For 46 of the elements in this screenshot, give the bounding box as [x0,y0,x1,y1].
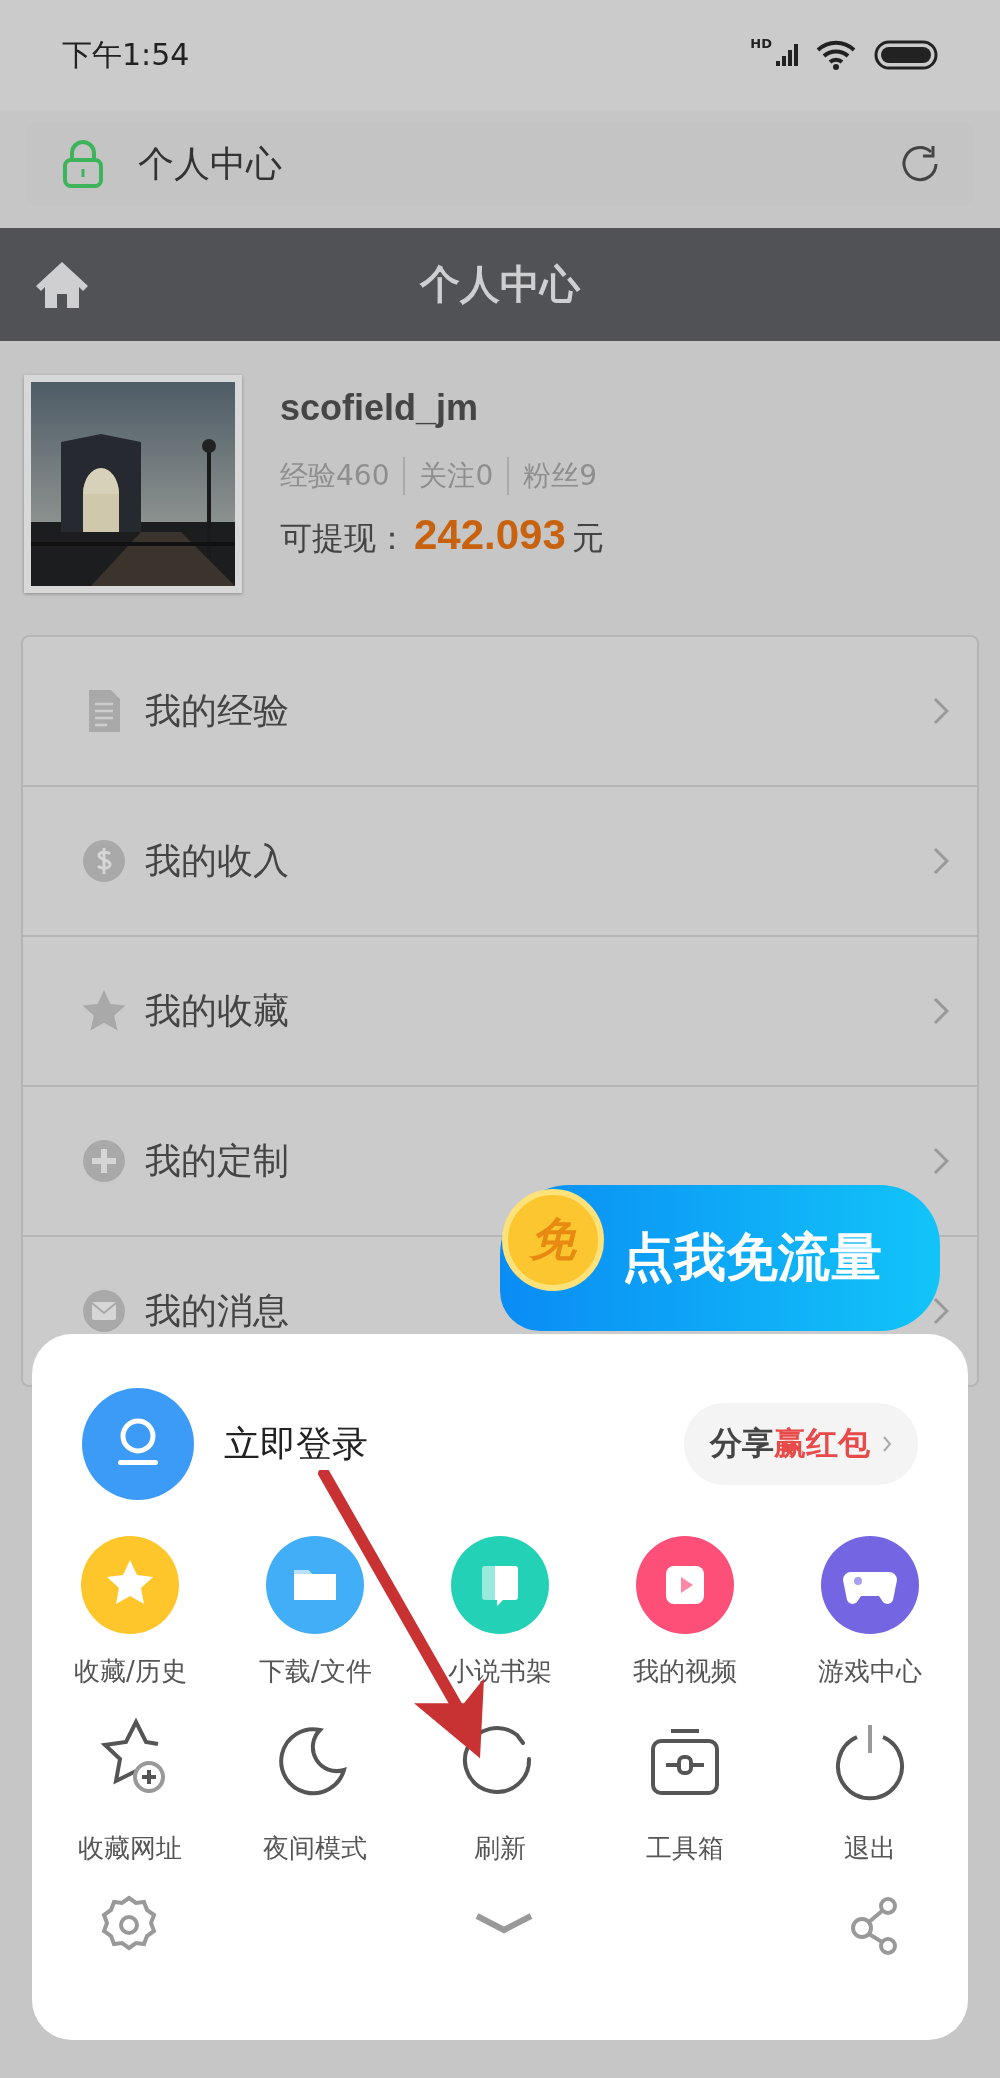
dollar-icon [81,838,127,884]
menu-shortcut[interactable]: 小说书架 [407,1536,593,1689]
profile-stat: 经验460 [280,458,390,494]
menu-item[interactable]: 我的经验 [23,637,977,785]
profile-stat: 关注0 [419,458,494,494]
username: scofield_jm [280,387,480,429]
play-icon [635,1536,734,1634]
chevron-icon [933,997,949,1025]
page-title: 个人中心 [138,141,283,186]
gamepad-icon [820,1536,919,1634]
chevron-icon [933,697,949,725]
login-link[interactable]: 立即登录 [224,1419,684,1469]
wifi-icon [816,40,856,70]
menu-shortcut[interactable]: 退出 [777,1713,962,1866]
chevron-icon [933,1147,949,1175]
profile-stat: 粉丝9 [523,458,598,494]
user-avatar-icon[interactable] [82,1388,194,1500]
network-type-label: HD [750,36,772,51]
balance-amount: 242.093 [414,511,566,559]
lock-icon [62,140,104,188]
coin-badge: 免 [502,1189,604,1291]
plus-icon [81,1138,127,1184]
signal-icon [774,44,798,66]
menu-shortcut[interactable]: 下载/文件 [222,1536,408,1689]
menu-item[interactable]: 我的收藏 [23,935,977,1085]
chevron-icon [933,847,949,875]
chevron-icon [933,1297,949,1325]
header-title: 个人中心 [420,260,580,309]
menu-shortcut[interactable]: 刷新 [407,1713,593,1866]
menu-shortcut[interactable]: 收藏网址 [38,1713,223,1866]
book-icon [451,1536,549,1634]
balance-label: 可提现： [280,518,408,559]
menu-item[interactable]: 我的收入 [23,785,977,935]
share-button[interactable]: 分享赢红包 [684,1403,918,1485]
menu-shortcut[interactable]: 游戏中心 [777,1536,962,1689]
menu-shortcut[interactable]: 我的视频 [592,1536,778,1689]
mail-icon [81,1288,127,1334]
menu-shortcut[interactable]: 收藏/历史 [38,1536,223,1689]
folder-icon [266,1536,365,1634]
home-icon[interactable] [34,259,90,310]
menu-shortcut[interactable]: 工具箱 [592,1713,778,1866]
balance-unit: 元 [571,518,604,559]
chevron-icon [882,1435,892,1453]
status-time: 下午1:54 [62,35,190,74]
menu-shortcut[interactable]: 夜间模式 [222,1713,408,1866]
battery-icon [874,40,938,70]
